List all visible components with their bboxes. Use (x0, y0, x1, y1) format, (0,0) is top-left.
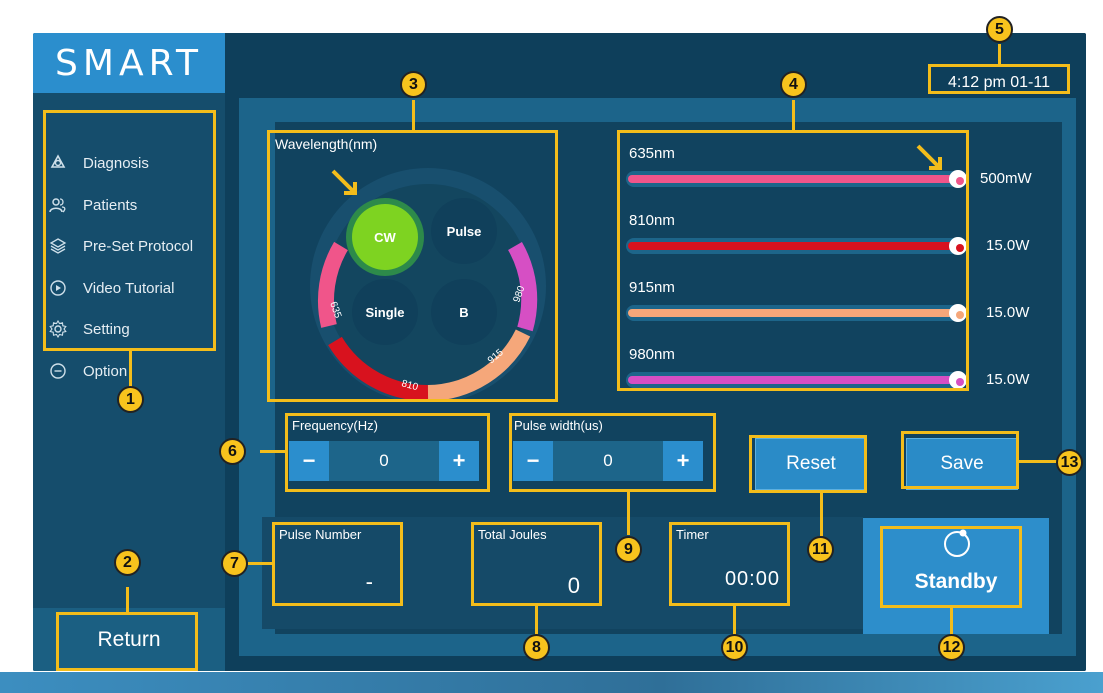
callout-box-12 (880, 526, 1022, 608)
callout-box-10 (669, 522, 790, 606)
callout-badge-2: 2 (114, 549, 141, 576)
callout-box-6 (285, 413, 490, 492)
callout-line (733, 605, 736, 635)
callout-line (950, 607, 953, 635)
callout-box-1 (43, 110, 216, 351)
callout-box-7 (272, 522, 403, 606)
callout-box-9 (509, 413, 716, 492)
callout-badge-6: 6 (219, 438, 246, 465)
callout-badge-5: 5 (986, 16, 1013, 43)
slider-power-value: 15.0W (986, 237, 1030, 254)
callout-line (1019, 460, 1057, 463)
callout-badge-7: 7 (221, 550, 248, 577)
callout-badge-10: 10 (721, 634, 748, 661)
callout-box-2 (56, 612, 198, 671)
callout-line (412, 100, 415, 131)
callout-box-4 (617, 130, 969, 391)
slider-power-value: 500mW (980, 170, 1032, 187)
app-logo: SMART (33, 33, 225, 93)
sidebar-item-label: Option (83, 362, 128, 380)
slider-power-value: 15.0W (986, 304, 1030, 321)
callout-line (998, 44, 1001, 65)
callout-line (260, 450, 286, 453)
callout-box-13 (901, 431, 1019, 489)
slider-power-value: 15.0W (986, 371, 1030, 388)
minus-circle-icon (47, 360, 69, 382)
callout-line (535, 605, 538, 635)
callout-line (792, 100, 795, 131)
callout-badge-12: 12 (938, 634, 965, 661)
callout-line (129, 351, 132, 387)
callout-box-3 (267, 130, 558, 402)
callout-line (627, 492, 630, 535)
callout-badge-13: 13 (1056, 449, 1083, 476)
callout-badge-11: 11 (807, 536, 834, 563)
callout-line (820, 493, 823, 536)
callout-box-11 (749, 435, 867, 493)
callout-badge-9: 9 (615, 536, 642, 563)
callout-line (248, 562, 274, 565)
callout-line (126, 587, 129, 613)
bottom-bar (0, 672, 1103, 693)
sidebar-item-option[interactable]: Option (47, 359, 127, 383)
callout-box-8 (471, 522, 602, 606)
callout-box-5 (928, 64, 1070, 94)
callout-badge-3: 3 (400, 71, 427, 98)
callout-badge-4: 4 (780, 71, 807, 98)
callout-badge-1: 1 (117, 386, 144, 413)
callout-badge-8: 8 (523, 634, 550, 661)
